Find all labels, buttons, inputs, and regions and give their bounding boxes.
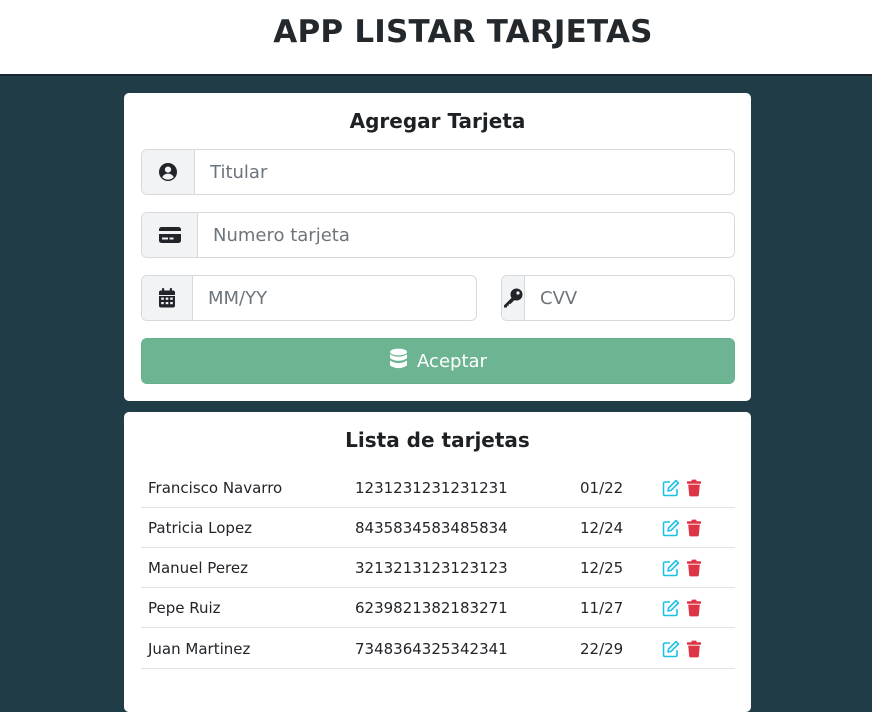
holder-name-cell: Manuel Perez [148, 559, 248, 577]
trash-icon[interactable] [686, 640, 702, 662]
app-title: APP LISTAR TARJETAS [273, 14, 653, 50]
table-row: Patricia Lopez 8435834583485834 12/24 [141, 508, 735, 548]
row-actions [662, 640, 702, 662]
list-title: Lista de tarjetas [345, 428, 530, 452]
table-row: Pepe Ruiz 6239821382183271 11/27 [141, 588, 735, 628]
add-card-form: Agregar Tarjeta Titular Numero tarjeta M… [124, 93, 751, 401]
expiry-input[interactable] [193, 276, 476, 320]
row-actions [662, 559, 702, 581]
holder-input-group [141, 149, 735, 195]
row-actions [662, 599, 702, 621]
card-number-cell: 1231231231231231 [355, 479, 508, 497]
holder-name-cell: Francisco Navarro [148, 479, 283, 497]
card-number-cell: 7348364325342341 [355, 640, 508, 658]
accept-button-label: Aceptar [417, 350, 487, 372]
trash-icon[interactable] [686, 479, 702, 501]
row-actions [662, 519, 702, 541]
accept-button[interactable]: Aceptar [141, 338, 735, 384]
edit-icon[interactable] [662, 519, 680, 541]
header-bar: APP LISTAR TARJETAS [0, 0, 872, 76]
cvv-input-group [501, 275, 735, 321]
card-number-cell: 6239821382183271 [355, 599, 508, 617]
table-row: Juan Martinez 7348364325342341 22/29 [141, 629, 735, 669]
trash-icon[interactable] [686, 559, 702, 581]
table-row: Francisco Navarro 1231231231231231 01/22 [141, 468, 735, 508]
edit-icon[interactable] [662, 479, 680, 501]
holder-input[interactable] [195, 150, 734, 194]
card-number-input[interactable] [198, 213, 734, 257]
card-number-cell: 3213213123123123 [355, 559, 508, 577]
expiry-input-group [141, 275, 477, 321]
edit-icon[interactable] [662, 559, 680, 581]
expiry-cell: 12/25 [580, 559, 624, 577]
expiry-cell: 22/29 [580, 640, 624, 658]
calendar-icon [142, 276, 193, 320]
database-icon [389, 348, 408, 375]
credit-card-icon [142, 213, 198, 257]
holder-name-cell: Juan Martinez [148, 640, 251, 658]
user-circle-icon [142, 150, 195, 194]
expiry-cell: 12/24 [580, 519, 624, 537]
trash-icon[interactable] [686, 519, 702, 541]
key-icon [502, 276, 525, 320]
trash-icon[interactable] [686, 599, 702, 621]
cvv-input[interactable] [525, 276, 734, 320]
row-actions [662, 479, 702, 501]
card-number-cell: 8435834583485834 [355, 519, 508, 537]
expiry-cell: 01/22 [580, 479, 624, 497]
edit-icon[interactable] [662, 640, 680, 662]
edit-icon[interactable] [662, 599, 680, 621]
table-row: Manuel Perez 3213213123123123 12/25 [141, 548, 735, 588]
holder-name-cell: Patricia Lopez [148, 519, 253, 537]
form-title: Agregar Tarjeta [349, 109, 526, 133]
holder-name-cell: Pepe Ruiz [148, 599, 221, 617]
expiry-cell: 11/27 [580, 599, 624, 617]
card-number-input-group [141, 212, 735, 258]
